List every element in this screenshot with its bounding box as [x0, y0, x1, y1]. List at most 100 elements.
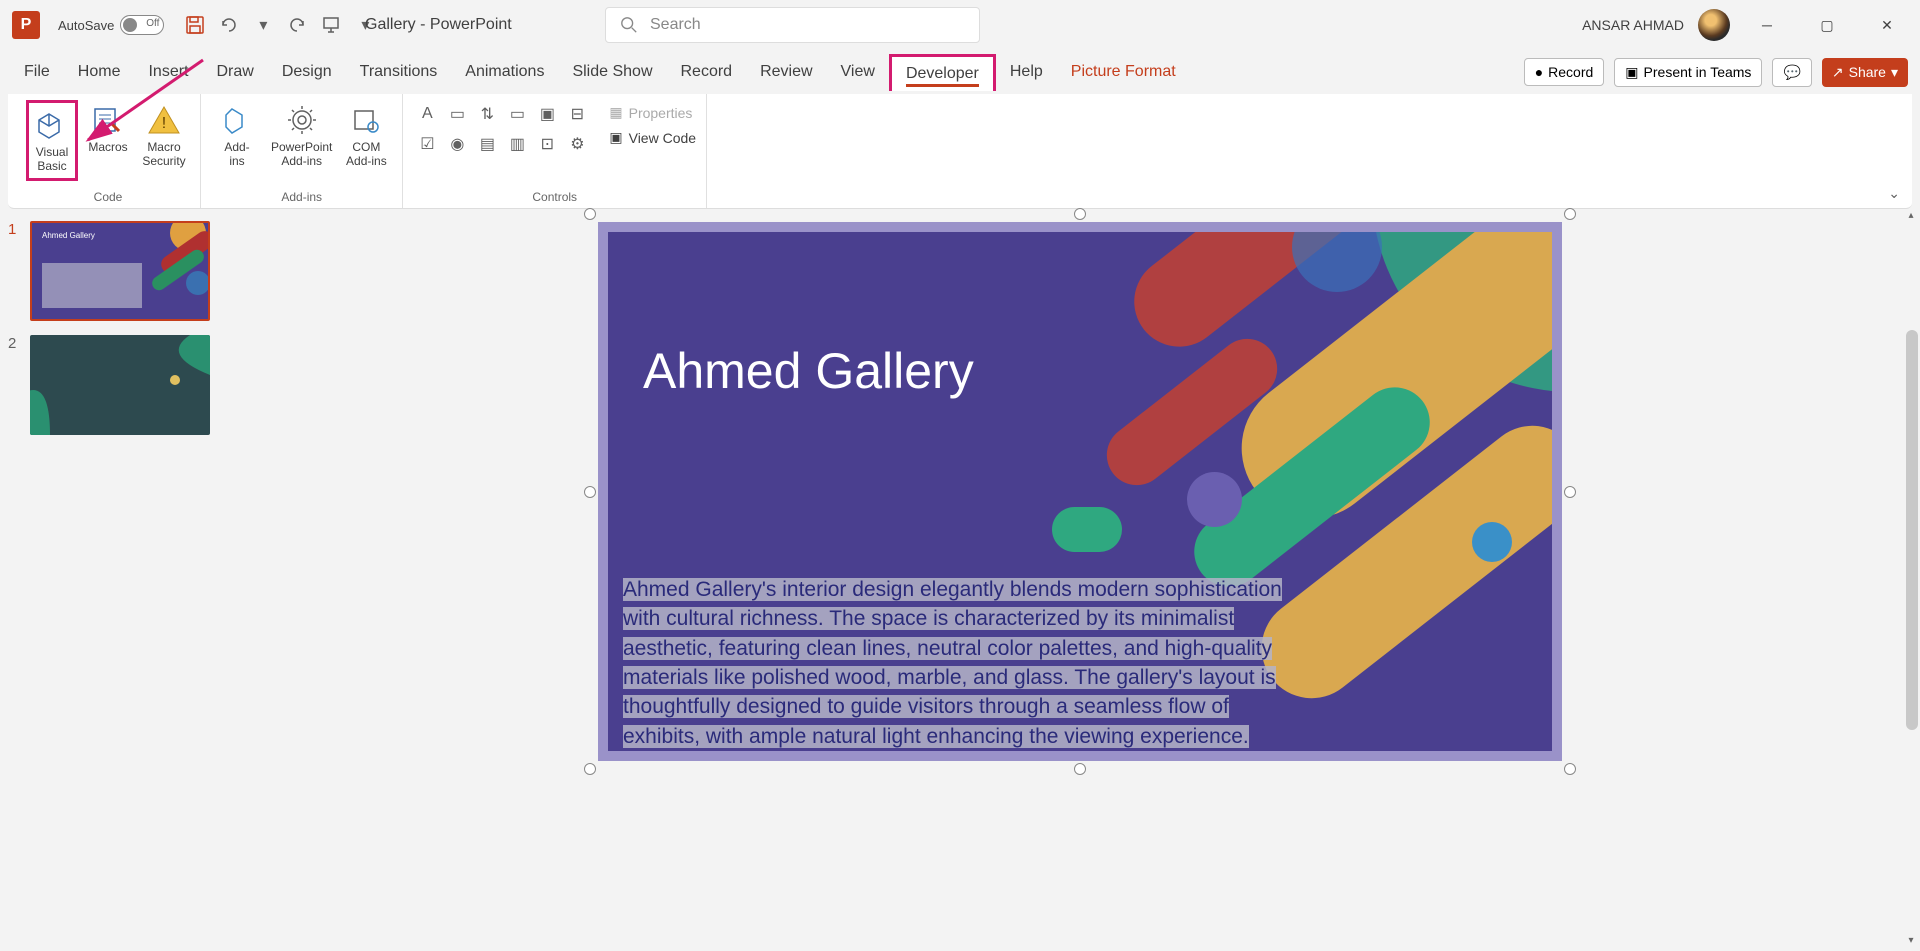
resize-handle[interactable]	[584, 486, 596, 498]
slide-title: Ahmed Gallery	[643, 342, 974, 400]
control-image-icon[interactable]: ▣	[533, 100, 561, 128]
slide-canvas[interactable]: Ahmed Gallery Ahmed Gallery's interior d…	[240, 209, 1920, 951]
control-option-icon[interactable]: ◉	[443, 130, 471, 158]
tab-file[interactable]: File	[10, 55, 64, 89]
control-textbox-icon[interactable]: ▭	[443, 100, 471, 128]
control-spin-icon[interactable]: ⇅	[473, 100, 501, 128]
gear-icon	[284, 102, 320, 138]
document-title: Gallery - PowerPoint	[365, 16, 512, 34]
visual-basic-icon	[34, 107, 70, 143]
undo-dropdown-icon[interactable]: ▾	[251, 13, 275, 37]
tab-home[interactable]: Home	[64, 55, 135, 89]
slide-thumbnails-panel[interactable]: 1 Ahmed Gallery 2	[0, 209, 240, 951]
scroll-thumb[interactable]	[1906, 330, 1918, 730]
tab-picture-format[interactable]: Picture Format	[1057, 55, 1190, 89]
selected-image[interactable]: Ahmed Gallery Ahmed Gallery's interior d…	[590, 214, 1570, 769]
tab-help[interactable]: Help	[996, 55, 1057, 89]
com-addins-label: COM Add-ins	[346, 140, 387, 169]
tab-transitions[interactable]: Transitions	[346, 55, 452, 89]
present-teams-button[interactable]: ▣ Present in Teams	[1614, 58, 1762, 87]
record-button[interactable]: ● Record	[1524, 58, 1605, 86]
minimize-button[interactable]: ─	[1744, 9, 1790, 41]
slide-body-text: Ahmed Gallery's interior design elegantl…	[623, 575, 1283, 751]
close-button[interactable]: ✕	[1864, 9, 1910, 41]
user-avatar[interactable]	[1698, 9, 1730, 41]
scroll-down-icon[interactable]: ▾	[1904, 935, 1918, 951]
vertical-scrollbar[interactable]: ▴ ▾	[1902, 210, 1920, 951]
tab-record[interactable]: Record	[667, 55, 747, 89]
control-label-icon[interactable]: A	[413, 100, 441, 128]
group-controls-label: Controls	[413, 190, 696, 206]
save-icon[interactable]	[183, 13, 207, 37]
group-addins: Add- ins PowerPoint Add-ins COM Add-ins …	[201, 94, 403, 208]
resize-handle[interactable]	[1564, 208, 1576, 220]
scroll-up-icon[interactable]: ▴	[1904, 210, 1918, 226]
thumb-2-preview[interactable]	[30, 335, 210, 435]
control-checkbox-icon[interactable]: ☑	[413, 130, 441, 158]
resize-handle[interactable]	[1074, 763, 1086, 775]
tab-view[interactable]: View	[827, 55, 889, 89]
tab-animations[interactable]: Animations	[451, 55, 558, 89]
thumb-1-preview[interactable]: Ahmed Gallery	[30, 221, 210, 321]
control-listbox-icon[interactable]: ▤	[473, 130, 501, 158]
resize-handle[interactable]	[1564, 486, 1576, 498]
control-combobox-icon[interactable]: ▥	[503, 130, 531, 158]
tab-draw[interactable]: Draw	[202, 55, 267, 89]
search-placeholder: Search	[650, 16, 701, 34]
toggle-switch[interactable]: Off	[120, 15, 164, 35]
slide-content: Ahmed Gallery Ahmed Gallery's interior d…	[598, 222, 1562, 761]
visual-basic-label: Visual Basic	[36, 145, 68, 174]
control-more-icon[interactable]: ⚙	[563, 130, 591, 158]
addins-icon	[219, 102, 255, 138]
resize-handle[interactable]	[584, 763, 596, 775]
powerpoint-addins-button[interactable]: PowerPoint Add-ins	[267, 100, 336, 171]
com-addins-icon	[348, 102, 384, 138]
user-name[interactable]: ANSAR AHMAD	[1582, 17, 1684, 33]
com-addins-button[interactable]: COM Add-ins	[340, 100, 392, 171]
resize-handle[interactable]	[1074, 208, 1086, 220]
tab-review[interactable]: Review	[746, 55, 826, 89]
macros-button[interactable]: Macros	[82, 100, 134, 156]
thumb-2-shapes	[30, 335, 210, 435]
thumbnail-1[interactable]: 1 Ahmed Gallery	[8, 221, 232, 321]
properties-button: ▦ Properties	[609, 100, 696, 125]
workspace: 1 Ahmed Gallery 2	[0, 209, 1920, 951]
macro-security-label: Macro Security	[142, 140, 185, 169]
share-button[interactable]: ↗ Share ▾	[1822, 58, 1908, 87]
tab-insert[interactable]: Insert	[134, 55, 202, 89]
decorative-shape	[1052, 507, 1122, 552]
group-code: Visual Basic Macros ! Macro Security Cod…	[16, 94, 201, 208]
thumb-1-title: Ahmed Gallery	[42, 231, 95, 240]
control-commandbutton-icon[interactable]: ▭	[503, 100, 531, 128]
group-addins-label: Add-ins	[211, 190, 392, 206]
maximize-button[interactable]: ▢	[1804, 9, 1850, 41]
resize-handle[interactable]	[584, 208, 596, 220]
decorative-shape	[1187, 472, 1242, 527]
tab-developer[interactable]: Developer	[889, 54, 996, 91]
collapse-ribbon-icon[interactable]: ⌄	[1888, 185, 1900, 202]
tab-slideshow[interactable]: Slide Show	[558, 55, 666, 89]
decorative-shape	[1292, 232, 1382, 292]
control-toggle-icon[interactable]: ⊡	[533, 130, 561, 158]
comments-button[interactable]: 💬	[1772, 58, 1811, 87]
thumbnail-2[interactable]: 2	[8, 335, 232, 435]
title-bar: P AutoSave Off ▾ ▾ Gallery - PowerPoint …	[0, 0, 1920, 50]
view-code-button[interactable]: ▣ View Code	[609, 125, 696, 150]
undo-icon[interactable]	[217, 13, 241, 37]
visual-basic-button[interactable]: Visual Basic	[26, 100, 78, 181]
slideshow-icon[interactable]	[319, 13, 343, 37]
search-input[interactable]: Search	[605, 7, 980, 43]
addins-label: Add- ins	[224, 140, 249, 169]
toggle-state: Off	[146, 18, 159, 29]
addins-button[interactable]: Add- ins	[211, 100, 263, 171]
tab-design[interactable]: Design	[268, 55, 346, 89]
macro-security-icon: !	[146, 102, 182, 138]
app-icon[interactable]: P	[12, 11, 40, 39]
redo-icon[interactable]	[285, 13, 309, 37]
macro-security-button[interactable]: ! Macro Security	[138, 100, 190, 171]
svg-text:!: !	[162, 115, 166, 132]
autosave-toggle[interactable]: AutoSave Off	[58, 15, 164, 35]
resize-handle[interactable]	[1564, 763, 1576, 775]
macros-icon	[90, 102, 126, 138]
control-scrollbar-icon[interactable]: ⊟	[563, 100, 591, 128]
